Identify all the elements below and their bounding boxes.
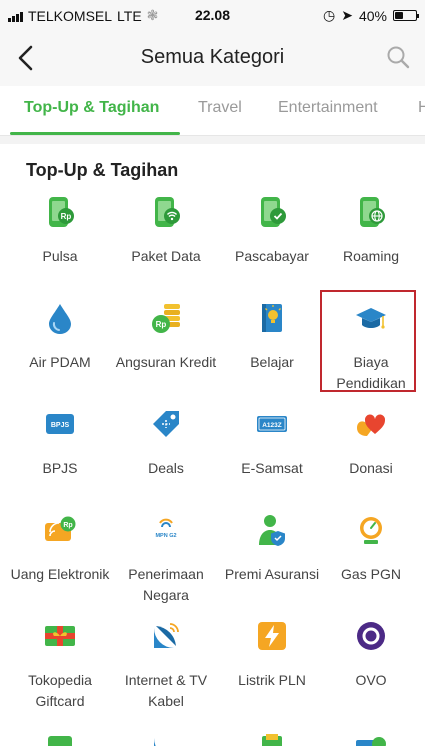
category-paket-data[interactable]: Paket Data bbox=[113, 190, 219, 295]
category-label: Tokopedia Giftcard bbox=[28, 672, 92, 709]
category-label: Deals bbox=[148, 460, 184, 476]
receipt-icon bbox=[262, 734, 282, 746]
category-bpjs[interactable]: BPJS BPJS bbox=[7, 402, 113, 507]
category-partial-3[interactable] bbox=[219, 720, 325, 746]
category-label: Paket Data bbox=[131, 248, 201, 264]
category-internet-tv-kabel[interactable]: Internet & TV Kabel bbox=[113, 614, 219, 719]
category-partial-4[interactable] bbox=[318, 720, 424, 746]
tab-entertainment[interactable]: Entertainment bbox=[278, 99, 378, 117]
section-divider bbox=[0, 136, 425, 144]
app-header: Semua Kategori bbox=[0, 30, 425, 86]
category-label: Angsuran Kredit bbox=[115, 354, 217, 370]
category-tokopedia-giftcard[interactable]: Tokopedia Giftcard bbox=[7, 614, 113, 719]
category-donasi[interactable]: Donasi bbox=[318, 402, 424, 507]
category-premi-asuransi[interactable]: Premi Asuransi bbox=[219, 508, 325, 613]
phone-rp-icon: Rp bbox=[49, 197, 74, 227]
battery-icon bbox=[393, 10, 419, 21]
category-uang-elektronik[interactable]: Rp Uang Elektronik bbox=[7, 508, 113, 613]
category-label: E-Samsat bbox=[241, 460, 303, 476]
category-angsuran-kredit[interactable]: Rp Angsuran Kredit bbox=[113, 296, 219, 401]
category-label: Donasi bbox=[349, 460, 393, 476]
category-label: Biaya Pendidikan bbox=[336, 354, 406, 391]
category-label: Premi Asuransi bbox=[224, 566, 320, 582]
water-drop-icon bbox=[49, 304, 71, 334]
category-label: Belajar bbox=[250, 354, 294, 370]
svg-text:Rp: Rp bbox=[156, 320, 167, 329]
category-e-samsat[interactable]: A123Z E-Samsat bbox=[219, 402, 325, 507]
battery-fill bbox=[395, 12, 403, 19]
category-penerimaan-negara[interactable]: MPN G2 Penerimaan Negara bbox=[113, 508, 219, 613]
category-label: Listrik PLN bbox=[238, 672, 306, 688]
battery-percent: 40% bbox=[358, 7, 387, 24]
tab-top-up-tagihan[interactable]: Top-Up & Tagihan bbox=[24, 99, 159, 117]
phone-globe-icon bbox=[360, 197, 385, 227]
category-roaming[interactable]: Roaming bbox=[318, 190, 424, 295]
svg-text:Rp: Rp bbox=[63, 522, 72, 529]
category-label: Air PDAM bbox=[29, 354, 91, 370]
status-right: ◷ ➤ 40% bbox=[323, 7, 419, 24]
svg-text:MPN G2: MPN G2 bbox=[155, 533, 176, 539]
wallet-icon bbox=[356, 737, 386, 746]
tab-next[interactable]: H bbox=[418, 99, 425, 117]
coin-stack-icon: Rp bbox=[152, 304, 180, 333]
giftcard-icon bbox=[45, 626, 75, 646]
book-bulb-icon bbox=[262, 304, 282, 332]
svg-text:Rp: Rp bbox=[61, 212, 72, 221]
category-label: Roaming bbox=[342, 248, 400, 264]
svg-text:BPJS: BPJS bbox=[51, 422, 70, 429]
active-tab-indicator bbox=[10, 132, 180, 135]
category-label: Uang Elektronik bbox=[10, 566, 110, 582]
category-tabs: Top-Up & Tagihan Travel Entertainment H bbox=[0, 86, 425, 136]
category-partial-1[interactable] bbox=[7, 720, 113, 746]
status-bar: TELKOMSEL LTE ❃ 22.08 ◷ ➤ 40% bbox=[0, 0, 425, 30]
person-shield-icon bbox=[259, 515, 285, 546]
category-ovo[interactable]: OVO bbox=[318, 614, 424, 719]
category-deals[interactable]: Deals bbox=[113, 402, 219, 507]
category-label: Pulsa bbox=[42, 248, 78, 264]
page-title: Semua Kategori bbox=[140, 46, 285, 68]
category-label: Internet & TV Kabel bbox=[124, 672, 208, 709]
category-label: Pascabayar bbox=[235, 248, 309, 264]
license-plate-icon: A123Z bbox=[257, 416, 287, 432]
heart-hand-icon bbox=[357, 414, 386, 436]
category-listrik-pln[interactable]: Listrik PLN bbox=[219, 614, 325, 719]
alarm-icon: ◷ bbox=[323, 7, 336, 23]
category-biaya-pendidikan[interactable]: Biaya Pendidikan bbox=[318, 296, 424, 401]
category-label: Penerimaan Negara bbox=[128, 566, 204, 603]
category-partial-2[interactable] bbox=[113, 720, 219, 746]
category-air-pdam[interactable]: Air PDAM bbox=[7, 296, 113, 401]
price-tag-icon bbox=[153, 411, 179, 437]
phone-check-icon bbox=[261, 197, 286, 227]
tab-travel[interactable]: Travel bbox=[198, 99, 242, 117]
card-icon bbox=[48, 736, 72, 746]
ovo-icon bbox=[357, 622, 385, 650]
lightning-icon bbox=[258, 622, 286, 650]
category-pascabayar[interactable]: Pascabayar bbox=[219, 190, 325, 295]
satellite-icon bbox=[154, 623, 179, 648]
graduation-cap-icon bbox=[356, 308, 386, 329]
category-label: Gas PGN bbox=[341, 566, 401, 582]
section-title: Top-Up & Tagihan bbox=[26, 160, 179, 180]
satellite-icon bbox=[154, 738, 156, 746]
phone-wifi-icon bbox=[155, 197, 180, 227]
category-belajar[interactable]: Belajar bbox=[219, 296, 325, 401]
category-gas-pgn[interactable]: Gas PGN bbox=[318, 508, 424, 613]
category-pulsa[interactable]: Rp Pulsa bbox=[7, 190, 113, 295]
bpjs-card-icon: BPJS bbox=[46, 414, 74, 434]
category-label: BPJS bbox=[42, 460, 78, 476]
category-label: OVO bbox=[355, 672, 387, 688]
e-money-card-icon: Rp bbox=[45, 516, 76, 541]
search-icon[interactable] bbox=[385, 44, 411, 70]
svg-text:A123Z: A123Z bbox=[262, 422, 282, 429]
mpn-icon: MPN G2 bbox=[155, 518, 177, 539]
location-icon: ➤ bbox=[341, 7, 353, 23]
gas-gauge-icon bbox=[360, 517, 382, 544]
